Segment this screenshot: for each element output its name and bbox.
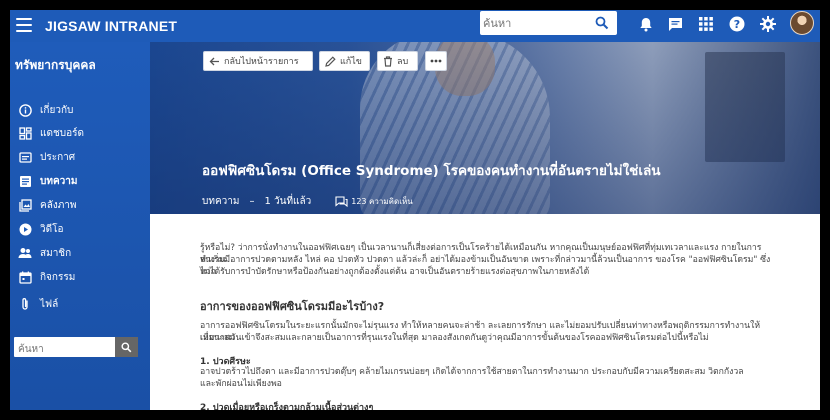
- section-heading: อาการของออฟฟิศซินโดรมมีอะไรบ้าง?: [200, 300, 385, 313]
- user-avatar[interactable]: [790, 11, 814, 35]
- sidebar-item-label: เกี่ยวกับ: [40, 104, 74, 116]
- subsection-paragraph-line: อาจปวดร้าวไปถึงตา และมีอาการปวดตุ๊บๆ คล้…: [200, 367, 744, 377]
- attachment-icon: [18, 297, 32, 311]
- bell-icon[interactable]: [635, 13, 657, 35]
- article-body: รู้หรือไม่? ว่าการนั่งทำงานในออฟฟิศเฉยๆ …: [150, 214, 820, 410]
- gallery-icon: [18, 198, 32, 212]
- back-to-list-button[interactable]: กลับไปหน้ารายการ: [203, 51, 313, 71]
- sidebar-item-activities[interactable]: กิจกรรม: [10, 266, 150, 288]
- app-window: JIGSAW INTRANET ? ทรัพยากรบุคคล เกี่ยว: [10, 10, 820, 410]
- calendar-icon: [18, 270, 32, 284]
- sidebar-item-label: บทความ: [40, 175, 78, 187]
- back-to-list-label: กลับไปหน้ารายการ: [224, 57, 299, 67]
- article-time: 1 วันที่แล้ว: [264, 196, 312, 207]
- help-icon[interactable]: ?: [726, 13, 748, 35]
- pencil-icon: [325, 55, 336, 67]
- sidebar-item-label: ประกาศ: [40, 151, 76, 163]
- sidebar-item-label: สมาชิก: [40, 247, 72, 259]
- edit-label: แก้ไข: [340, 57, 362, 67]
- subheading: 2. ปวดเมื่อยหรือเกร็งตามกล้ามเนื้อส่วนต่…: [200, 403, 374, 410]
- comment-count: 123 ความคิดเห็น: [351, 197, 413, 206]
- article-meta: บทความ – 1 วันที่แล้ว 123 ความคิดเห็น: [202, 194, 413, 209]
- article-category[interactable]: บทความ: [202, 194, 239, 209]
- article-title: ออฟฟิศซินโดรม (Office Syndrome) โรคของคน…: [202, 163, 661, 179]
- members-icon: [18, 246, 32, 260]
- sidebar-item-label: ไฟล์: [40, 298, 59, 310]
- comments-link[interactable]: 123 ความคิดเห็น: [335, 195, 413, 208]
- sidebar-search-button[interactable]: [115, 337, 138, 357]
- trash-icon: [383, 55, 393, 67]
- more-horizontal-icon: [430, 59, 442, 63]
- comments-icon: [335, 195, 348, 207]
- dashboard-icon: [18, 126, 32, 140]
- arrow-left-icon: [209, 57, 220, 66]
- delete-label: ลบ: [397, 57, 409, 67]
- meta-separator: –: [249, 196, 255, 207]
- more-options-button[interactable]: [425, 51, 447, 71]
- search-icon: [121, 341, 132, 352]
- section-paragraph-line: เมื่อนานวันเข้าจึงสะสมและกลายเป็นอาการที…: [200, 333, 709, 343]
- sidebar-item-dashboard[interactable]: แดชบอร์ด: [10, 122, 150, 144]
- sidebar-item-label: กิจกรรม: [40, 271, 76, 283]
- sidebar-item-about[interactable]: เกี่ยวกับ: [10, 99, 150, 121]
- video-icon: [18, 222, 32, 236]
- sidebar-item-announcements[interactable]: ประกาศ: [10, 146, 150, 168]
- announcement-icon: [18, 150, 32, 164]
- sidebar: ทรัพยากรบุคคล เกี่ยวกับ แดชบอร์ด ประกาศ …: [10, 42, 150, 410]
- intro-paragraph-line: ไม่ได้รับการบำบัดรักษาหรือป้องกันอย่างถู…: [200, 267, 590, 277]
- sidebar-title: ทรัพยากรบุคคล: [15, 58, 96, 72]
- sidebar-item-videos[interactable]: วิดีโอ: [10, 218, 150, 240]
- sidebar-item-files[interactable]: ไฟล์: [10, 293, 150, 315]
- menu-icon[interactable]: [16, 18, 32, 32]
- article-icon: [18, 174, 32, 188]
- sidebar-item-label: แดชบอร์ด: [40, 127, 84, 139]
- edit-button[interactable]: แก้ไข: [319, 51, 370, 71]
- settings-gear-icon[interactable]: [757, 13, 779, 35]
- brand-title[interactable]: JIGSAW INTRANET: [45, 18, 177, 34]
- svg-text:?: ?: [734, 18, 740, 31]
- article-hero: กลับไปหน้ารายการ แก้ไข ลบ ออฟฟิศซินโดรม …: [150, 42, 820, 214]
- sidebar-search-input[interactable]: [14, 339, 110, 360]
- subsection-paragraph-line: และพักผ่อนไม่เพียงพอ: [200, 379, 282, 389]
- apps-grid-icon[interactable]: [695, 13, 717, 35]
- sidebar-item-label: วิดีโอ: [40, 223, 64, 235]
- sidebar-item-members[interactable]: สมาชิก: [10, 242, 150, 264]
- search-icon[interactable]: [595, 15, 609, 34]
- delete-button[interactable]: ลบ: [377, 51, 418, 71]
- sidebar-item-articles[interactable]: บทความ: [10, 170, 150, 192]
- header-search: [480, 11, 617, 35]
- info-icon: [18, 103, 32, 117]
- sidebar-search: [14, 337, 138, 360]
- header-search-input[interactable]: [480, 11, 588, 35]
- chat-icon[interactable]: [664, 13, 686, 35]
- top-navbar: JIGSAW INTRANET ?: [10, 10, 820, 42]
- sidebar-item-label: คลังภาพ: [40, 199, 77, 211]
- sidebar-item-gallery[interactable]: คลังภาพ: [10, 194, 150, 216]
